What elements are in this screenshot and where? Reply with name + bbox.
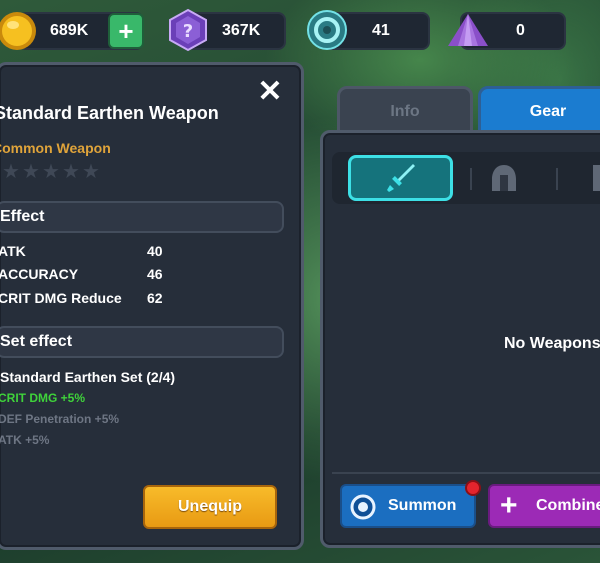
filter-divider bbox=[470, 168, 472, 190]
stat-value: 40 bbox=[147, 243, 163, 259]
filter-weapon[interactable] bbox=[348, 155, 453, 201]
stat-value: 62 bbox=[147, 290, 163, 306]
gem-value: 367K bbox=[222, 22, 261, 39]
effect-section-header: Effect bbox=[0, 201, 284, 233]
set-effect-section-header: Set effect bbox=[0, 326, 284, 358]
star-icon: ★ bbox=[22, 161, 40, 183]
set-effect-header-label: Set effect bbox=[0, 333, 73, 350]
empty-inventory-message: No Weapons bbox=[504, 335, 600, 352]
summon-button[interactable]: Summon bbox=[340, 484, 476, 528]
plus-icon: + bbox=[500, 489, 518, 522]
stat-value: 46 bbox=[147, 266, 163, 282]
set-bonus-active: CRIT DMG +5% bbox=[0, 391, 86, 405]
add-gold-button[interactable]: + bbox=[108, 13, 144, 49]
unequip-button[interactable]: Unequip bbox=[143, 485, 277, 529]
svg-text:?: ? bbox=[183, 21, 193, 42]
summon-portal-icon bbox=[350, 494, 376, 520]
star-rating: ★ ★ ★ ★ ★ bbox=[2, 161, 100, 183]
tab-gear[interactable]: Gear bbox=[478, 86, 600, 134]
star-icon: ★ bbox=[42, 161, 60, 183]
crystal-value: 0 bbox=[516, 22, 525, 39]
stat-name: ACCURACY bbox=[0, 266, 79, 282]
close-icon[interactable]: ✕ bbox=[257, 77, 283, 107]
star-icon: ★ bbox=[82, 161, 100, 183]
rune-gem-icon: ? bbox=[169, 8, 207, 52]
notification-dot bbox=[465, 480, 481, 496]
item-detail-panel bbox=[0, 62, 304, 550]
stat-name: ATK bbox=[0, 243, 26, 259]
sword-icon bbox=[386, 164, 415, 192]
helmet-icon[interactable] bbox=[489, 163, 519, 195]
combine-button[interactable]: + Combine bbox=[488, 484, 600, 528]
armor-icon[interactable] bbox=[591, 163, 600, 193]
set-name: Standard Earthen Set (2/4) bbox=[0, 369, 176, 385]
tab-info[interactable]: Info bbox=[337, 86, 473, 134]
star-icon: ★ bbox=[2, 161, 20, 183]
item-rarity: Common Weapon bbox=[0, 140, 111, 156]
item-title: Standard Earthen Weapon bbox=[0, 103, 219, 123]
set-bonus-inactive: DEF Penetration +5% bbox=[0, 412, 120, 426]
effect-header-label: Effect bbox=[0, 208, 45, 225]
gold-coin-icon bbox=[0, 12, 36, 50]
star-icon: ★ bbox=[62, 161, 80, 183]
combine-label: Combine bbox=[536, 497, 600, 514]
stat-name: CRIT DMG Reduce bbox=[0, 290, 122, 306]
filter-divider bbox=[556, 168, 558, 190]
set-bonus-inactive: ATK +5% bbox=[0, 433, 50, 447]
token-value: 41 bbox=[372, 22, 390, 39]
gold-value: 689K bbox=[50, 22, 89, 39]
summon-label: Summon bbox=[388, 497, 457, 514]
summon-token-icon bbox=[307, 10, 347, 50]
crystal-icon bbox=[448, 14, 488, 46]
bottom-divider bbox=[332, 472, 600, 474]
